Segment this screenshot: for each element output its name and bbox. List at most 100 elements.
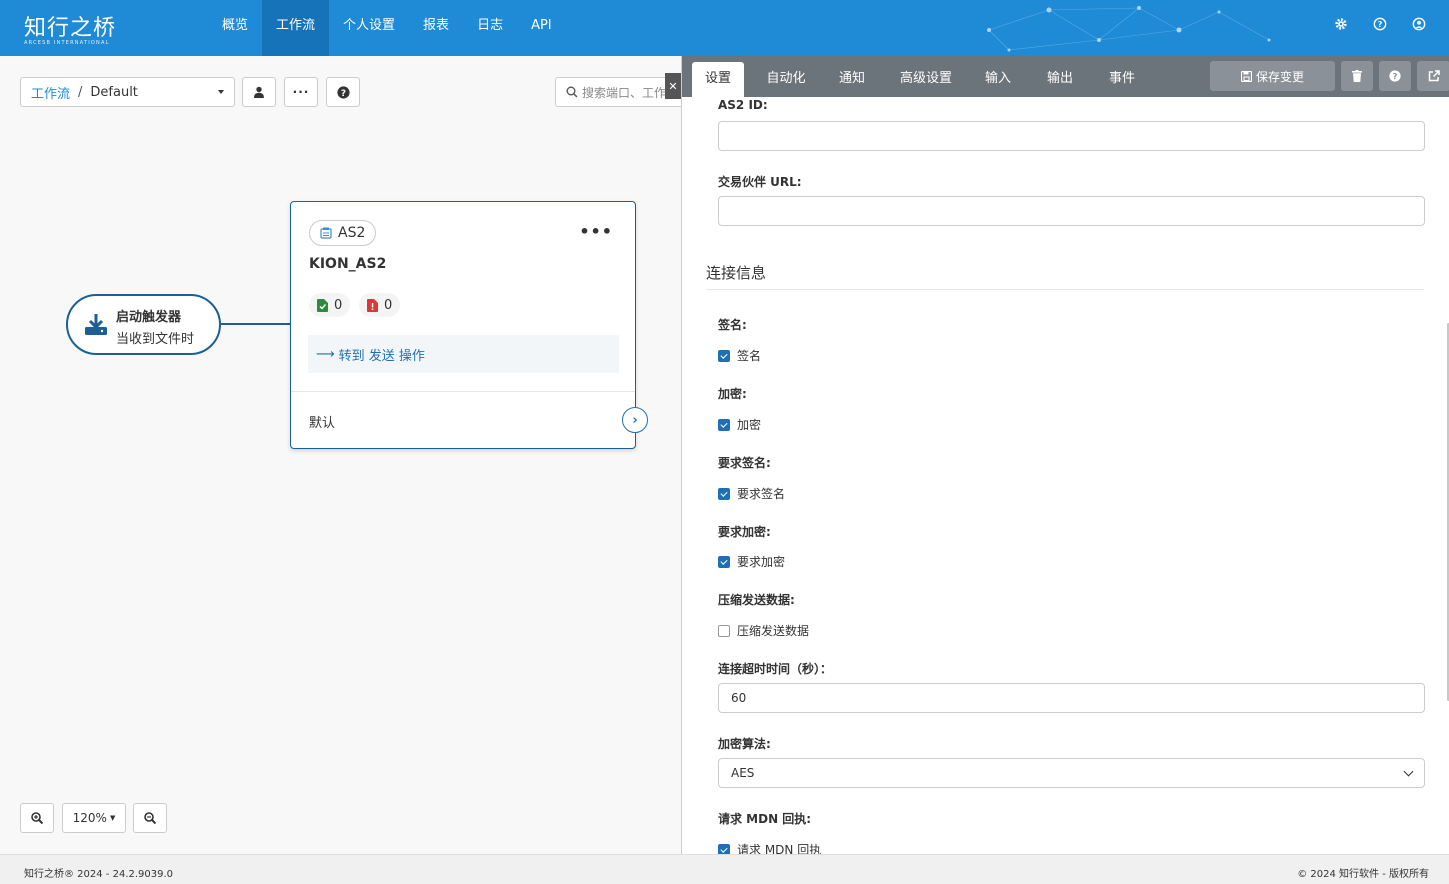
caret-down-icon (218, 90, 224, 94)
chevron-right-icon[interactable]: › (622, 407, 648, 433)
svg-text:?: ? (340, 88, 345, 98)
card-more-icon[interactable]: ••• (579, 222, 613, 241)
nav-logs[interactable]: 日志 (463, 0, 517, 56)
tab-settings[interactable]: 设置 (692, 62, 744, 97)
settings-form: AS2 ID: 交易伙伴 URL: 连接信息 签名: 签名 加密: 加密 要求签… (682, 97, 1449, 854)
app-logo[interactable]: 知行之桥 ARCESB INTERNATIONAL (24, 10, 116, 46)
logo-subtext: ARCESB INTERNATIONAL (24, 40, 110, 46)
tab-notifications[interactable]: 通知 (830, 62, 874, 97)
panel-help-button[interactable]: ? (1379, 61, 1411, 91)
nav-workflow[interactable]: 工作流 (262, 0, 330, 56)
arrow-right-icon: ⟶ (316, 346, 335, 362)
nav-api[interactable]: API (517, 0, 566, 56)
as2-connector-card[interactable]: AS2 ••• KION_AS2 0 0 ⟶ 转到 发送 操作 默认 › (290, 201, 648, 449)
tab-automation[interactable]: 自动化 (758, 62, 814, 97)
as2-icon (320, 227, 332, 239)
ellipsis-icon: ··· (292, 85, 310, 99)
top-icons: ? (1333, 16, 1427, 32)
file-check-icon (317, 298, 328, 312)
save-changes-button[interactable]: 保存变更 (1210, 61, 1335, 91)
nav-overview[interactable]: 概览 (208, 0, 262, 56)
help-icon: ? (1389, 70, 1401, 82)
mdn-label: 请求 MDN 回执: (718, 812, 812, 826)
algorithm-value: AES (731, 766, 755, 780)
zoom-in-button[interactable] (20, 803, 54, 833)
open-external-button[interactable] (1417, 61, 1449, 91)
as2-id-input[interactable] (718, 121, 1425, 151)
mdn-checkbox[interactable]: 请求 MDN 回执 (718, 841, 821, 854)
search-icon (566, 86, 578, 98)
zoom-out-button[interactable] (133, 803, 167, 833)
checkbox-checked-icon[interactable] (718, 418, 730, 431)
help-icon[interactable]: ? (1372, 16, 1388, 32)
footer: 知行之桥® 2024 - 24.2.9039.0 © 2024 知行软件 - 版… (0, 854, 1449, 884)
timeout-label: 连接超时时间（秒）： (718, 662, 833, 676)
timeout-input[interactable]: 60 (718, 683, 1425, 713)
main-nav: 概览 工作流 个人设置 报表 日志 API (208, 0, 566, 56)
more-options-button[interactable]: ··· (284, 77, 318, 107)
tab-output[interactable]: 输出 (1040, 62, 1080, 97)
tab-advanced[interactable]: 高级设置 (892, 62, 960, 97)
checkbox-checked-icon[interactable] (718, 555, 730, 568)
save-icon (1240, 70, 1252, 82)
encrypt-checkbox[interactable]: 加密 (718, 416, 761, 433)
encrypt-label: 加密: (718, 387, 747, 401)
checkbox-unchecked-icon[interactable] (718, 624, 730, 637)
start-trigger-node[interactable]: 启动触发器 当收到文件时 (66, 294, 221, 355)
breadcrumb-workflow-link[interactable]: 工作流 (31, 83, 70, 102)
algorithm-select[interactable]: AES (718, 758, 1425, 788)
panel-tabbar: 设置 自动化 通知 高级设置 输入 输出 事件 保存变更 ? (682, 56, 1449, 97)
delete-button[interactable] (1341, 61, 1373, 91)
svg-text:?: ? (1378, 20, 1383, 29)
checkbox-checked-icon[interactable] (718, 349, 730, 362)
require-encrypt-checkbox[interactable]: 要求加密 (718, 553, 785, 570)
svg-text:?: ? (1393, 71, 1398, 81)
tab-events[interactable]: 事件 (1102, 62, 1142, 97)
zoom-level-select[interactable]: 120% ▼ (62, 803, 126, 833)
breadcrumb-separator: / (78, 84, 83, 100)
success-count-badge[interactable]: 0 (309, 293, 351, 317)
workflow-breadcrumb-select[interactable]: 工作流 / Default (20, 77, 235, 107)
checkbox-checked-icon[interactable] (718, 487, 730, 500)
require-sign-checkbox[interactable]: 要求签名 (718, 485, 785, 502)
connector-type-label: AS2 (338, 225, 366, 241)
zoom-in-icon (31, 812, 43, 824)
goto-send-action-link[interactable]: ⟶ 转到 发送 操作 (308, 335, 619, 373)
breadcrumb-current: Default (90, 84, 138, 100)
require-sign-checkbox-label: 要求签名 (737, 487, 786, 501)
file-error-icon (367, 298, 378, 312)
require-encrypt-checkbox-label: 要求加密 (737, 555, 786, 569)
checkbox-checked-icon[interactable] (718, 843, 730, 854)
tab-input[interactable]: 输入 (978, 62, 1018, 97)
help-button[interactable]: ? (326, 77, 360, 107)
connection-info-heading: 连接信息 (706, 264, 767, 282)
success-count: 0 (334, 297, 343, 313)
sign-label: 签名: (718, 318, 747, 332)
gear-icon[interactable] (1333, 16, 1349, 32)
download-icon (85, 314, 107, 335)
error-count-badge[interactable]: 0 (359, 293, 401, 317)
as2-id-label: AS2 ID: (718, 98, 768, 112)
footer-copyright: © 2024 知行软件 - 版权所有 (1297, 869, 1429, 880)
nav-reports[interactable]: 报表 (409, 0, 463, 56)
close-panel-icon[interactable]: ✕ (665, 73, 681, 99)
require-sign-label: 要求签名: (718, 456, 771, 470)
user-filter-button[interactable] (242, 77, 276, 107)
flow-connector-line (221, 323, 291, 325)
sign-checkbox-label: 签名 (737, 349, 762, 363)
card-divider (291, 391, 635, 392)
save-label: 保存变更 (1255, 69, 1304, 84)
mdn-checkbox-label: 请求 MDN 回执 (737, 843, 822, 854)
user-icon (254, 86, 264, 98)
trigger-subtitle: 当收到文件时 (116, 332, 195, 347)
nav-profile[interactable]: 个人设置 (329, 0, 409, 56)
footer-version: 知行之桥® 2024 - 24.2.9039.0 (24, 869, 174, 880)
encrypt-checkbox-label: 加密 (737, 418, 762, 432)
compress-checkbox[interactable]: 压缩发送数据 (718, 622, 809, 639)
search-placeholder: 搜索端口、工作流 (582, 85, 679, 100)
compress-label: 压缩发送数据: (718, 593, 795, 607)
workflow-canvas[interactable]: 工作流 / Default ··· ? 搜索端口、工作流 启动触发器 当收到文件… (0, 56, 695, 854)
user-icon[interactable] (1411, 16, 1427, 32)
partner-url-input[interactable] (718, 196, 1425, 226)
sign-checkbox[interactable]: 签名 (718, 347, 761, 364)
